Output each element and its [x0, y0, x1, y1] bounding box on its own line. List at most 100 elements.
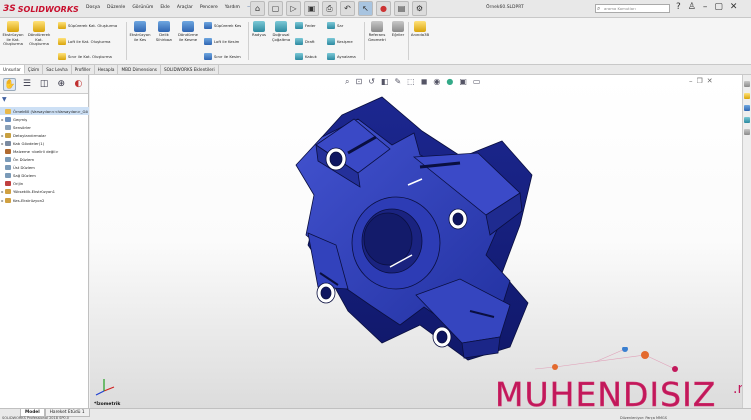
feature-tree: Örnek60 (Varsayılan<<Varsayılan>_Gö ▸ Geçm… — [0, 107, 89, 204]
tab-sheet-metal[interactable]: Sac Levha — [43, 65, 72, 74]
tree-item-icon — [5, 165, 11, 171]
fillet-button[interactable]: Radyus — [250, 21, 268, 38]
revolve-cut-button[interactable]: Döndürme ile Kesme — [176, 21, 200, 42]
tab-features[interactable]: Unsurlar — [0, 65, 25, 74]
help-icon[interactable]: ? — [676, 2, 681, 12]
rib-icon — [295, 22, 303, 29]
hole-wizard-button[interactable]: Delik Sihirbazı — [153, 21, 175, 42]
tree-item[interactable]: Ön Düzlem — [0, 156, 89, 164]
curves-button[interactable]: Eğriler — [390, 21, 406, 38]
tree-item[interactable]: Orijin — [0, 180, 89, 188]
configuration-manager-tab-icon[interactable]: ◫ — [38, 78, 51, 91]
extrude-cut-button[interactable]: Ekstrüzyon ile Kes — [129, 21, 151, 42]
boundary-boss-button[interactable]: Sınır ile Kat. Oluşturma — [58, 53, 112, 60]
filter-icon[interactable]: ▼ — [2, 96, 7, 103]
file-explorer-icon[interactable] — [744, 105, 750, 111]
tab-addins[interactable]: SOLIDWORKS Eklentileri — [161, 65, 219, 74]
draft-button[interactable]: Draft — [295, 38, 315, 45]
open-icon[interactable]: ▷ — [286, 1, 301, 16]
user-icon[interactable]: ♙ — [688, 2, 696, 12]
tree-item[interactable]: ▸ Katı Gövdeler(1) — [0, 139, 89, 147]
task-pane-strip — [742, 75, 751, 408]
loft-boss-icon — [58, 38, 66, 45]
home-task-icon[interactable] — [744, 81, 750, 87]
tree-item[interactable]: Örnek60 (Varsayılan<<Varsayılan>_Gö — [0, 107, 89, 116]
mirror-button[interactable]: Aynalama — [327, 53, 356, 60]
save-icon[interactable]: ▣ — [304, 1, 319, 16]
new-document-icon[interactable]: ▢ — [268, 1, 283, 16]
tab-mbd-dimensions[interactable]: MBD Dimensions — [118, 65, 161, 74]
minimize-icon[interactable]: – — [703, 2, 708, 12]
tree-item[interactable]: Sensörler — [0, 123, 89, 131]
revolve-boss-button[interactable]: Döndürerek Kat. Oluşturma — [26, 21, 52, 47]
menu-tools[interactable]: Araçlar — [177, 5, 193, 10]
swept-boss-button[interactable]: Süpürerek Kat. Oluşturma — [58, 22, 117, 29]
feature-manager-tab-icon[interactable]: ✋ — [3, 78, 17, 91]
tree-item-icon — [5, 149, 11, 155]
menu-edit[interactable]: Düzenle — [107, 5, 125, 10]
menu-insert[interactable]: Ekle — [160, 5, 169, 10]
intersect-button[interactable]: Kesişme — [327, 38, 353, 45]
extrude-boss-button[interactable]: Ekstrüzyon ile Kat. Oluşturma — [2, 21, 24, 47]
property-manager-tab-icon[interactable]: ☰ — [20, 78, 33, 91]
undo-icon[interactable]: ↶ — [340, 1, 355, 16]
traffic-light-icon[interactable]: ● — [376, 1, 391, 16]
rib-button[interactable]: Feder — [295, 22, 316, 29]
menu-help[interactable]: Yardım — [225, 5, 240, 10]
quick-access-toolbar: ⌂ ▢ ▷ ▣ ⎙ ↶ ↖ ● ▤ ⚙ — [250, 1, 427, 16]
menu-window[interactable]: Pencere — [200, 5, 218, 10]
menu-view[interactable]: Görünüm — [132, 5, 153, 10]
coordinate-triad-icon — [95, 379, 115, 396]
wrap-button[interactable]: Sar — [327, 22, 343, 29]
tree-item[interactable]: ▸ Kes-Ekstrüzyon2 — [0, 196, 89, 204]
loft-cut-button[interactable]: Loft ile Kesim — [204, 38, 239, 45]
rebuild-options-icon[interactable]: ▤ — [394, 1, 409, 16]
tree-item[interactable]: ▸ Detaylandırmalar — [0, 131, 89, 139]
ds-logo-icon: 3S — [3, 4, 16, 14]
design-library-icon[interactable] — [744, 93, 750, 99]
tab-sketch[interactable]: Çizim — [25, 65, 44, 74]
swept-boss-label: Süpürerek Kat. Oluşturma — [68, 23, 118, 28]
instant3d-button[interactable]: Anında3B — [410, 21, 430, 38]
revolve-boss-icon — [33, 21, 45, 32]
linear-pattern-button[interactable]: Doğrusal Çoğaltma — [269, 21, 293, 42]
tree-item-label: Ön Düzlem — [13, 157, 35, 163]
tree-item-icon — [5, 189, 11, 195]
reference-geometry-button[interactable]: Referans Geometri — [366, 21, 388, 42]
tree-item-label: Geçmiş — [13, 116, 28, 122]
document-title: Örnek60.SLDPRT — [486, 5, 524, 10]
instant3d-label: Anında3B — [410, 32, 430, 37]
search-input[interactable]: ⌕ arama Komutları — [595, 4, 670, 13]
curves-icon — [392, 21, 404, 32]
tree-item[interactable]: ▸ Yükseklik-Ekstrüzyon1 — [0, 188, 89, 196]
options-gear-icon[interactable]: ⚙ — [412, 1, 427, 16]
tree-item[interactable]: Sağ Düzlem — [0, 172, 89, 180]
restore-icon[interactable]: ▢ — [714, 2, 723, 12]
tab-profiles[interactable]: Profiller — [72, 65, 95, 74]
solidworks-logo[interactable]: 3S SOLIDWORKS — [3, 3, 79, 15]
display-manager-tab-icon[interactable]: ◐ — [72, 78, 85, 91]
appearances-icon[interactable] — [744, 129, 750, 135]
select-arrow-icon[interactable]: ↖ — [358, 1, 373, 16]
loft-boss-label: Loft ile Kat. Oluşturma — [68, 39, 111, 44]
shell-button[interactable]: Kabuk — [295, 53, 317, 60]
print-icon[interactable]: ⎙ — [322, 1, 337, 16]
dimxpert-tab-icon[interactable]: ⊕ — [55, 78, 68, 91]
tab-evaluate[interactable]: Hesapla — [95, 65, 119, 74]
tree-item-label: Yükseklik-Ekstrüzyon1 — [13, 189, 56, 195]
view-palette-icon[interactable] — [744, 117, 750, 123]
close-icon[interactable]: ✕ — [730, 2, 738, 12]
tree-item[interactable]: Üst Düzlem — [0, 164, 89, 172]
tree-item[interactable]: ▸ Geçmiş — [0, 115, 89, 123]
tree-item[interactable]: Malzeme <belirli değil> — [0, 147, 89, 155]
search-icon: ⌕ — [597, 5, 601, 12]
boundary-boss-label: Sınır ile Kat. Oluşturma — [68, 54, 112, 59]
swept-cut-button[interactable]: Süpürerek Kes — [204, 22, 241, 29]
wrap-icon — [327, 22, 335, 29]
menu-file[interactable]: Dosya — [86, 5, 100, 10]
graphics-area[interactable]: ⌕ ⊡ ↺ ◧ ✎ ⬚ ◼ ◉ ● ▣ ▭ – ❐ ✕ *İzometrik M… — [90, 75, 742, 408]
boundary-cut-button[interactable]: Sınır ile Kesim — [204, 53, 241, 60]
home-icon[interactable]: ⌂ — [250, 1, 265, 16]
loft-boss-button[interactable]: Loft ile Kat. Oluşturma — [58, 38, 111, 45]
ribbon-separator — [248, 22, 249, 60]
